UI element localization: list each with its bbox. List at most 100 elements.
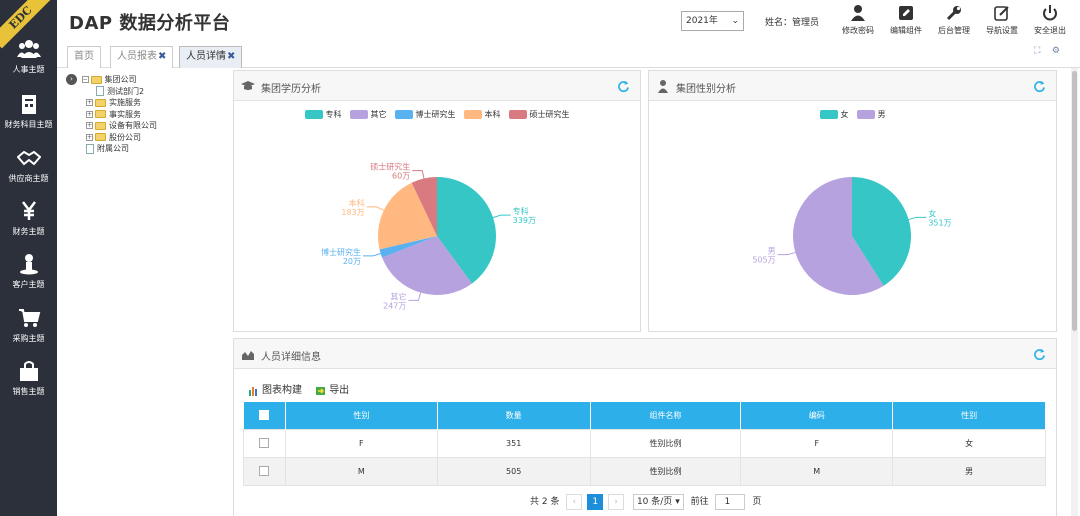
row-checkbox[interactable]: [259, 438, 270, 448]
goto-page-input[interactable]: 1: [715, 494, 746, 510]
column-header[interactable]: 性别: [285, 402, 438, 429]
slice-name-label: 女: [928, 208, 936, 218]
export-button[interactable]: 导出: [315, 385, 349, 396]
scrollbar-thumb[interactable]: [1072, 71, 1077, 331]
logout-button[interactable]: 安全退出: [1029, 4, 1071, 36]
tab-label: 人员报表: [117, 51, 157, 62]
sidebar-item-hr[interactable]: 人事主题: [0, 38, 57, 75]
tree-node[interactable]: 测试部门2: [66, 86, 226, 98]
sidebar-item-finance[interactable]: 财务主题: [0, 200, 57, 237]
user-key-icon: [851, 5, 865, 21]
collapse-arrow-icon[interactable]: ›: [66, 74, 77, 85]
table-row[interactable]: F 351 性别比例 F 女: [243, 428, 1046, 458]
expand-toggle-icon[interactable]: +: [86, 133, 93, 141]
page-size-select[interactable]: 10 条/页 ▾: [632, 494, 684, 510]
next-page-button[interactable]: ›: [608, 494, 625, 510]
slice-name-label: 本科: [349, 198, 365, 208]
prev-page-button[interactable]: ‹: [566, 494, 583, 510]
tree-node-label: 集团公司: [104, 75, 137, 84]
tree-node-root[interactable]: › − 集团公司: [66, 74, 226, 86]
tree-node[interactable]: + 设备有限公司: [66, 120, 226, 132]
sidebar-item-finance-subjects[interactable]: 财务科目主题: [0, 93, 57, 130]
slice-name-label: 硕士研究生: [370, 162, 410, 172]
change-password-button[interactable]: 修改密码: [837, 4, 879, 36]
cart-icon: [18, 309, 40, 327]
tree-node-label: 测试部门2: [107, 86, 145, 96]
chart-build-button[interactable]: 图表构建: [248, 385, 302, 396]
gender-pie-chart: 女351万男505万: [752, 177, 952, 295]
org-tree: › − 集团公司 测试部门2 + 实施服务 + 事实服务 + 设备有限公司 + 股份公司 …: [66, 74, 226, 155]
tab-label: 首页: [74, 51, 94, 62]
page-unit-label: 页: [752, 497, 762, 507]
detail-table: 性别 数量 组件名称 编码 性别 F 351 性别比例 F 女 M 505 性别…: [243, 402, 1046, 486]
leader-line: [412, 170, 425, 179]
table-cell: F: [740, 428, 894, 458]
column-header[interactable]: 性别: [892, 402, 1046, 429]
pagination: 共 2 条 ‹ 1 › 10 条/页 ▾ 前往 1 页: [530, 494, 761, 510]
expand-toggle-icon[interactable]: +: [86, 122, 93, 129]
app-title: DAP 数据分析平台: [69, 13, 231, 34]
folder-icon: [95, 133, 106, 141]
gear-icon[interactable]: ⚙: [1052, 46, 1060, 56]
page-number-current[interactable]: 1: [587, 494, 604, 510]
slice-name-label: 其它: [390, 291, 406, 301]
edit-components-button[interactable]: 编辑组件: [885, 4, 927, 36]
tab-personnel-detail[interactable]: 人员详情✖: [179, 46, 243, 68]
sidebar-item-customer[interactable]: 客户主题: [0, 253, 57, 290]
tab-label: 人员详情: [186, 51, 226, 62]
year-select[interactable]: 2021年 ⌄: [681, 11, 744, 31]
tree-node[interactable]: + 股份公司: [66, 132, 226, 144]
table-cell: 男: [892, 456, 1046, 486]
table-cell: F: [284, 428, 438, 458]
wrench-icon: [946, 6, 961, 21]
table-row[interactable]: M 505 性别比例 M 男: [243, 456, 1046, 486]
column-header[interactable]: 组件名称: [590, 402, 742, 429]
table-cell: 351: [436, 428, 591, 458]
refresh-icon[interactable]: [1033, 348, 1046, 361]
caret-down-icon: ▾: [675, 497, 680, 507]
page-scrollbar[interactable]: [1071, 68, 1078, 516]
toolbar-label: 编辑组件: [890, 26, 922, 35]
expand-toggle-icon[interactable]: +: [86, 99, 93, 106]
panel-header: 人员详细信息: [234, 339, 1056, 369]
sidebar-item-supplier[interactable]: 供应商主题: [0, 147, 57, 184]
tree-node[interactable]: 附属公司: [66, 143, 226, 155]
leader-line: [492, 214, 511, 219]
document-icon: [96, 86, 104, 96]
slice-name-label: 专科: [513, 206, 529, 216]
sidebar-item-label: 人事主题: [12, 65, 45, 74]
admin-button[interactable]: 后台管理: [933, 4, 975, 36]
user-name-label: 姓名：管理员: [765, 18, 820, 28]
sidebar-item-label: 采购主题: [12, 334, 45, 343]
button-label: 导出: [329, 385, 350, 396]
tree-node[interactable]: + 事实服务: [66, 109, 226, 121]
column-header[interactable]: 数量: [437, 402, 591, 429]
tab-home[interactable]: 首页: [67, 46, 101, 68]
tab-personnel-report[interactable]: 人员报表✖: [110, 46, 174, 68]
fullscreen-icon[interactable]: ⛶: [1034, 46, 1040, 56]
leader-line: [408, 292, 422, 301]
area-chart-icon: [242, 351, 254, 360]
slice-value-label: 351万: [928, 218, 951, 227]
column-header[interactable]: 编码: [740, 402, 894, 429]
sidebar: EDC 人事主题 财务科目主题 供应商主题 财务主题 客户主题 采购主题 销售主…: [0, 0, 57, 516]
collapse-toggle-icon[interactable]: −: [81, 76, 89, 83]
nav-settings-button[interactable]: 导航设置: [981, 4, 1023, 36]
gender-panel: 集团性别分析 女男 女 351万男 505万: [648, 70, 1057, 332]
toolbar-label: 导航设置: [986, 26, 1018, 35]
select-all-checkbox[interactable]: [259, 410, 270, 421]
close-icon[interactable]: ✖: [227, 51, 235, 62]
table-cell: M: [284, 456, 438, 486]
expand-toggle-icon[interactable]: +: [86, 110, 93, 118]
tree-node[interactable]: + 实施服务: [66, 97, 226, 109]
row-checkbox[interactable]: [259, 466, 270, 476]
chevron-down-icon: ⌄: [731, 16, 739, 26]
close-icon[interactable]: ✖: [158, 51, 166, 62]
sidebar-item-purchase[interactable]: 采购主题: [0, 307, 57, 344]
sidebar-item-label: 供应商主题: [8, 174, 49, 183]
header: DAP 数据分析平台 2021年 ⌄ 姓名：管理员 修改密码 编辑组件 后台管理…: [57, 0, 1080, 44]
handshake-icon: [16, 150, 41, 166]
sidebar-item-sales[interactable]: 销售主题: [0, 360, 57, 397]
export-icon: [316, 386, 326, 395]
tree-node-label: 附属公司: [97, 144, 129, 153]
